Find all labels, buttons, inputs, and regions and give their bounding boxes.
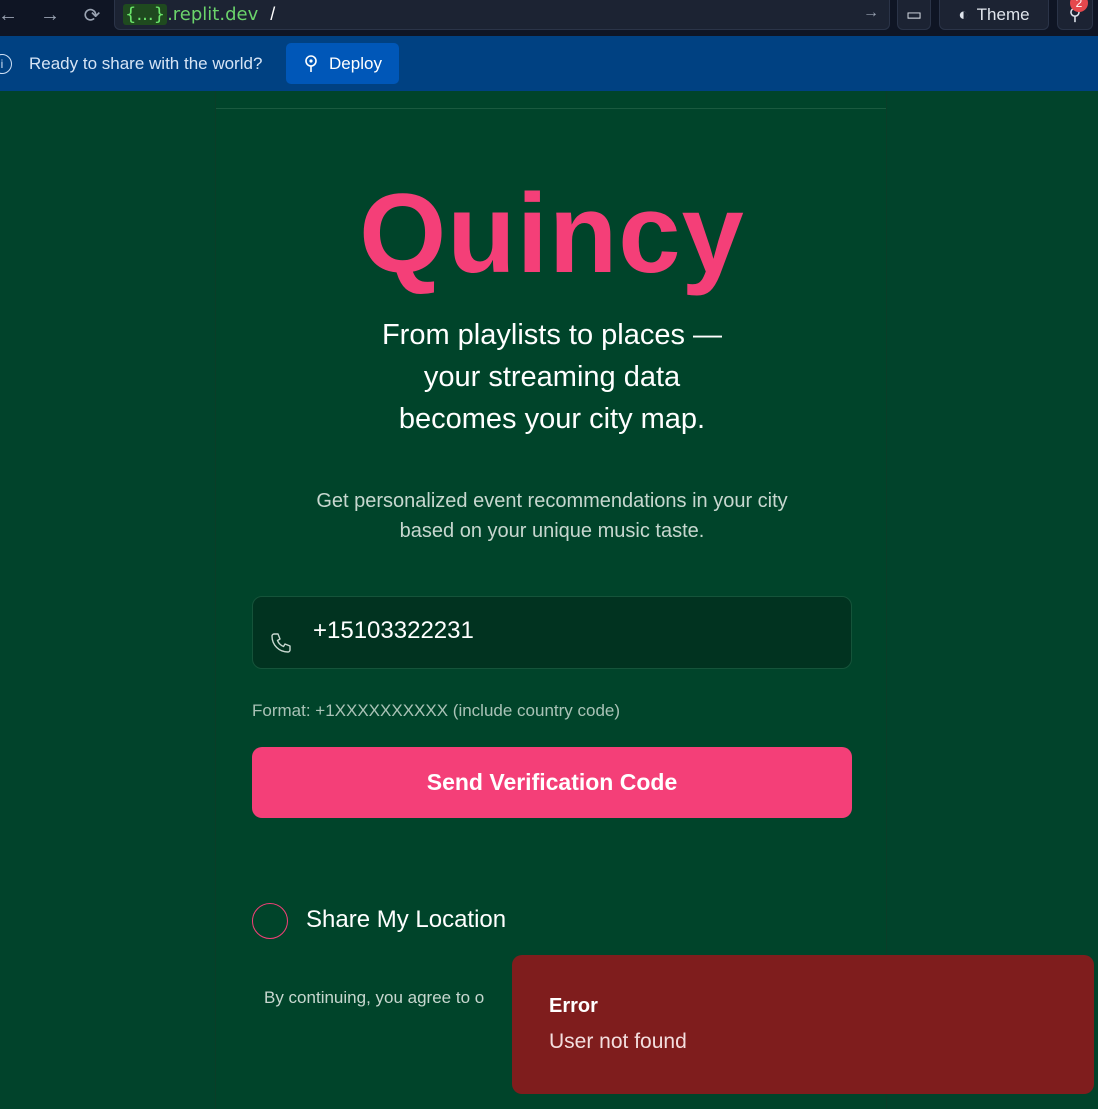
- app-logo: Quincy: [359, 171, 745, 296]
- info-icon: i: [0, 54, 12, 74]
- divider: [216, 108, 886, 109]
- deploy-label: Deploy: [329, 53, 382, 73]
- share-location-checkbox[interactable]: [252, 903, 288, 939]
- back-icon[interactable]: ←: [0, 0, 22, 30]
- tagline-line: becomes your city map.: [398, 403, 706, 435]
- theme-label: Theme: [976, 4, 1030, 24]
- banner-text: Ready to share with the world?: [29, 54, 263, 73]
- phone-icon: [271, 633, 291, 653]
- devtools-button[interactable]: ▭: [897, 0, 931, 30]
- deploy-button[interactable]: Deploy: [286, 43, 399, 84]
- browser-toolbar: ← → ⟳ {...} .replit.dev / → ▭ ◐ Theme ⚲ 2: [0, 0, 1098, 36]
- toast-title: Error: [549, 995, 598, 1017]
- phone-input[interactable]: [313, 617, 813, 645]
- error-toast[interactable]: Error User not found: [512, 955, 1094, 1094]
- deploy-banner: i Ready to share with the world? Deploy: [0, 36, 1098, 91]
- deploy-icon: [305, 54, 317, 72]
- reload-icon[interactable]: ⟳: [78, 0, 106, 30]
- url-path: /: [270, 4, 276, 24]
- description: Get personalized event recommendations i…: [216, 486, 888, 546]
- address-bar[interactable]: {...} .replit.dev / →: [114, 0, 890, 30]
- monitor-icon: ▭: [905, 4, 923, 24]
- description-line: based on your unique music taste.: [399, 520, 705, 542]
- url-host: {...} .replit.dev: [123, 4, 259, 25]
- tagline: From playlists to places — your streamin…: [216, 314, 888, 440]
- go-arrow-icon[interactable]: →: [863, 4, 879, 22]
- tools-button[interactable]: ⚲ 2: [1057, 0, 1093, 30]
- palette-icon: ◐: [958, 4, 969, 24]
- send-code-button[interactable]: Send Verification Code: [252, 747, 852, 818]
- share-location-label[interactable]: Share My Location: [306, 906, 506, 934]
- description-line: Get personalized event recommendations i…: [316, 490, 788, 512]
- tagline-line: From playlists to places —: [381, 319, 723, 351]
- terms-text: By continuing, you agree to o: [264, 988, 485, 1007]
- format-hint: Format: +1XXXXXXXXXX (include country co…: [252, 701, 621, 720]
- notification-badge: 2: [1070, 0, 1088, 12]
- toast-message: User not found: [549, 1030, 687, 1053]
- tagline-line: your streaming data: [423, 361, 681, 393]
- theme-button[interactable]: ◐ Theme: [939, 0, 1049, 30]
- forward-icon[interactable]: →: [36, 0, 64, 30]
- phone-field[interactable]: [252, 596, 852, 669]
